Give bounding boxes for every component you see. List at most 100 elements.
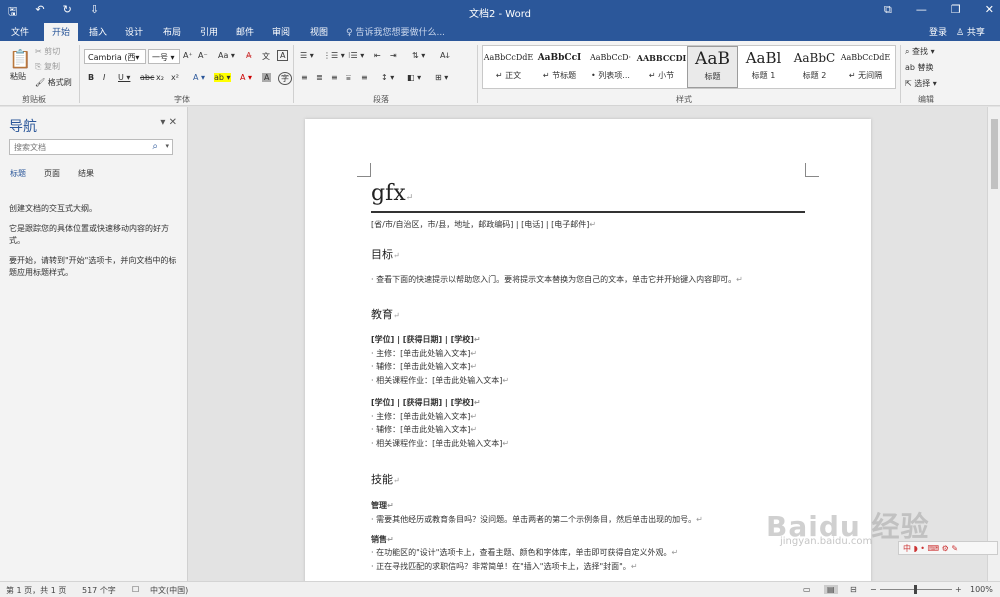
- font-name-combo[interactable]: Cambria (西▾: [84, 49, 146, 64]
- contact-line[interactable]: [省/市/自治区，市/县，地址，邮政编码] | [电话] | [电子邮件]↵: [371, 219, 596, 230]
- list-item[interactable]: · 辅修：[单击此处输入文本]↵: [371, 424, 477, 435]
- word-count[interactable]: 517 个字: [82, 585, 116, 596]
- italic-button[interactable]: I: [103, 73, 105, 82]
- style-normal[interactable]: AaBbCcDdE ↵ 正文: [483, 46, 534, 88]
- skill-heading[interactable]: 管理↵: [371, 500, 394, 511]
- pinyin-icon[interactable]: 文: [262, 51, 270, 62]
- char-border-icon[interactable]: A: [277, 50, 289, 61]
- zoom-level[interactable]: 100%: [970, 585, 993, 594]
- vertical-scrollbar[interactable]: [987, 107, 1000, 581]
- tab-insert[interactable]: 插入: [84, 25, 112, 38]
- clear-format-icon[interactable]: A̶: [246, 51, 251, 60]
- line-spacing-icon[interactable]: ↕ ▾: [381, 73, 394, 82]
- section-heading[interactable]: 技能↵: [371, 471, 400, 487]
- skill-heading[interactable]: 销售↵: [371, 534, 394, 545]
- section-heading[interactable]: 目标↵: [371, 246, 400, 262]
- grow-font-icon[interactable]: A⁺: [183, 51, 193, 60]
- strikethrough-button[interactable]: abc: [140, 73, 154, 82]
- underline-button[interactable]: U ▾: [118, 73, 130, 82]
- web-layout-icon[interactable]: ⊟: [850, 585, 857, 594]
- list-item[interactable]: · 正在寻找匹配的求职信吗？非常简单！在"插入"选项卡上，选择"封面"。↵: [371, 561, 638, 572]
- style-list-item[interactable]: AaBbCcD· • 列表项...: [585, 46, 636, 88]
- decrease-indent-icon[interactable]: ⇤: [374, 51, 381, 60]
- scrollbar-thumb[interactable]: [991, 119, 998, 189]
- list-item[interactable]: · 需要其他经历或教育条目吗？没问题。单击两者的第二个示例条目，然后单击出现的加…: [371, 514, 703, 525]
- style-section-heading[interactable]: AaBbCcI ↵ 节标题: [534, 46, 585, 88]
- tab-design[interactable]: 设计: [120, 25, 148, 38]
- tab-references[interactable]: 引用: [195, 25, 223, 38]
- list-item[interactable]: · 相关课程作业：[单击此处输入文本]↵: [371, 375, 509, 386]
- enclose-char-icon[interactable]: 字: [278, 72, 292, 85]
- shading-icon[interactable]: ◧ ▾: [407, 73, 421, 82]
- tell-me-input[interactable]: ♀ 告诉我您想要做什么...: [346, 25, 445, 38]
- font-size-combo[interactable]: 一号 ▾: [148, 49, 180, 64]
- proofing-icon[interactable]: ☐: [132, 585, 139, 594]
- tab-review[interactable]: 审阅: [267, 25, 295, 38]
- share-button[interactable]: ♙ 共享: [956, 25, 985, 38]
- paste-button[interactable]: 粘贴: [10, 71, 26, 82]
- nav-tab-headings[interactable]: 标题: [10, 168, 26, 179]
- list-item[interactable]: · 在功能区的"设计"选项卡上，查看主题、颜色和字体库，单击即可获得自定义外观。…: [371, 547, 678, 558]
- degree-line[interactable]: [学位] | [获得日期] | [学校]↵: [371, 334, 481, 345]
- ribbon-display-icon[interactable]: ⧉: [884, 3, 892, 17]
- tab-layout[interactable]: 布局: [158, 25, 186, 38]
- align-center-icon[interactable]: ≣: [316, 73, 323, 82]
- style-subsection[interactable]: AABBCCDI ↵ 小节: [636, 46, 687, 88]
- multilevel-list-icon[interactable]: ⁝☰ ▾: [348, 51, 364, 60]
- nav-tab-results[interactable]: 结果: [78, 168, 94, 179]
- text-effects-icon[interactable]: A ▾: [193, 73, 205, 82]
- zoom-in-button[interactable]: +: [955, 585, 962, 594]
- restore-button[interactable]: ❐: [951, 3, 961, 17]
- highlight-icon[interactable]: ab ▾: [214, 73, 231, 82]
- nav-pane-controls[interactable]: ▾ ✕: [160, 117, 177, 128]
- zoom-slider-thumb[interactable]: [914, 585, 917, 594]
- font-color-icon[interactable]: A ▾: [240, 73, 252, 82]
- bullets-icon[interactable]: ☰ ▾: [300, 51, 314, 60]
- distribute-icon[interactable]: ≡: [361, 73, 368, 82]
- minimize-button[interactable]: —: [916, 3, 927, 17]
- borders-icon[interactable]: ⊞ ▾: [435, 73, 448, 82]
- style-heading-2[interactable]: AaBbC 标题 2: [789, 46, 840, 88]
- align-left-icon[interactable]: ≡: [301, 73, 308, 82]
- print-layout-icon[interactable]: ▤: [824, 585, 838, 594]
- change-case-icon[interactable]: Aa ▾: [218, 51, 235, 60]
- tab-mailings[interactable]: 邮件: [231, 25, 259, 38]
- select-button[interactable]: ⇱ 选择 ▾: [905, 78, 937, 89]
- list-item[interactable]: · 相关课程作业：[单击此处输入文本]↵: [371, 438, 509, 449]
- superscript-button[interactable]: x²: [171, 73, 179, 82]
- language-status[interactable]: 中文(中国): [150, 585, 188, 596]
- char-shading-icon[interactable]: A: [262, 73, 272, 82]
- ime-toolbar[interactable]: 中 ◗ • ⌨ ⚙ ✎: [898, 541, 998, 555]
- bold-button[interactable]: B: [88, 73, 94, 82]
- close-button[interactable]: ✕: [985, 3, 994, 17]
- find-button[interactable]: ⌕ 查找 ▾: [905, 46, 935, 57]
- numbering-icon[interactable]: ⋮☰ ▾: [323, 51, 345, 60]
- show-marks-icon[interactable]: Aↆ: [440, 51, 450, 61]
- tab-view[interactable]: 视图: [305, 25, 333, 38]
- tab-file[interactable]: 文件: [6, 25, 34, 38]
- list-item[interactable]: · 主修：[单击此处输入文本]↵: [371, 348, 477, 359]
- list-item[interactable]: · 主修：[单击此处输入文本]↵: [371, 411, 477, 422]
- document-name[interactable]: gfx↵: [371, 181, 413, 206]
- list-item[interactable]: · 查看下面的快速提示以帮助您入门。要将提示文本替换为您自己的文本，单击它并开始…: [371, 274, 743, 285]
- subscript-button[interactable]: x₂: [156, 73, 164, 82]
- nav-tab-pages[interactable]: 页面: [44, 168, 60, 179]
- shrink-font-icon[interactable]: A⁻: [198, 51, 208, 60]
- zoom-out-button[interactable]: −: [870, 585, 877, 594]
- section-heading[interactable]: 教育↵: [371, 306, 400, 322]
- nav-search-input[interactable]: 搜索文档 ⌕ ▾: [9, 139, 173, 155]
- tab-home[interactable]: 开始: [44, 23, 79, 41]
- read-mode-icon[interactable]: ▭: [803, 585, 811, 594]
- style-title[interactable]: AaB 标题: [687, 46, 738, 88]
- chevron-down-icon[interactable]: ▾: [165, 142, 169, 150]
- sort-icon[interactable]: ⇅ ▾: [412, 51, 425, 60]
- cut-button[interactable]: ✂ 剪切: [35, 46, 60, 57]
- search-icon[interactable]: ⌕: [152, 141, 158, 152]
- increase-indent-icon[interactable]: ⇥: [390, 51, 397, 60]
- replace-button[interactable]: ab 替换: [905, 62, 934, 73]
- list-item[interactable]: · 辅修：[单击此处输入文本]↵: [371, 361, 477, 372]
- clipboard-icon[interactable]: 📋: [9, 49, 31, 70]
- style-heading-1[interactable]: AaBl 标题 1: [738, 46, 789, 88]
- align-right-icon[interactable]: ≡: [331, 73, 338, 82]
- copy-button[interactable]: ⎘ 复制: [35, 61, 60, 72]
